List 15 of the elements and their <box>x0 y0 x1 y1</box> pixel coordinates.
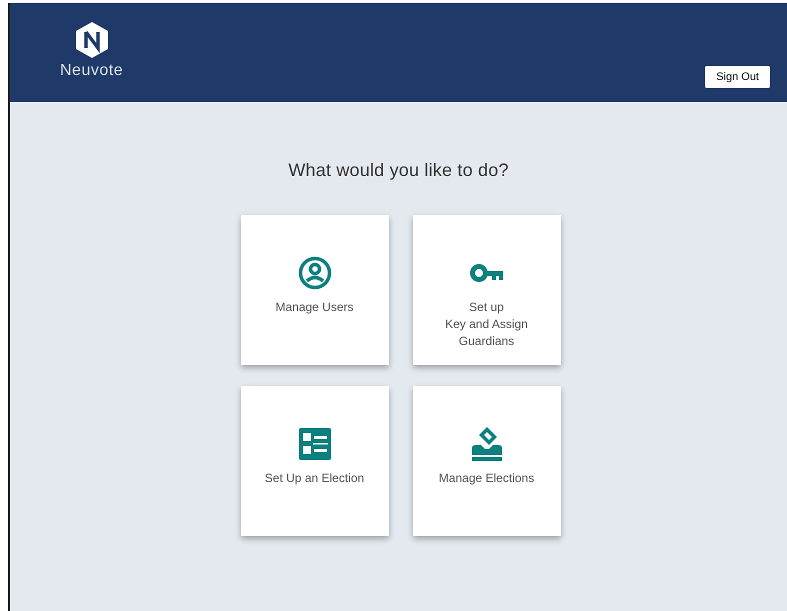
user-icon <box>298 256 332 290</box>
action-card[interactable]: Manage Elections <box>412 386 560 536</box>
logo-icon <box>74 22 109 58</box>
action-card[interactable]: Set Up an Election <box>240 386 388 536</box>
brand-name: Neuvote <box>60 62 124 80</box>
card-label: Set Up an Election <box>264 470 364 487</box>
key-icon <box>468 262 506 284</box>
action-card[interactable]: Set up Key and Assign Guardians <box>412 215 560 365</box>
card-label: Manage Elections <box>438 470 534 487</box>
card-label: Set up Key and Assign Guardians <box>445 299 528 350</box>
card-label: Manage Users <box>275 299 354 316</box>
sign-out-button[interactable]: Sign Out <box>705 66 770 88</box>
action-card[interactable]: Manage Users <box>240 215 388 365</box>
checklist-icon <box>298 428 330 460</box>
page-heading: What would you like to do? <box>288 160 509 181</box>
